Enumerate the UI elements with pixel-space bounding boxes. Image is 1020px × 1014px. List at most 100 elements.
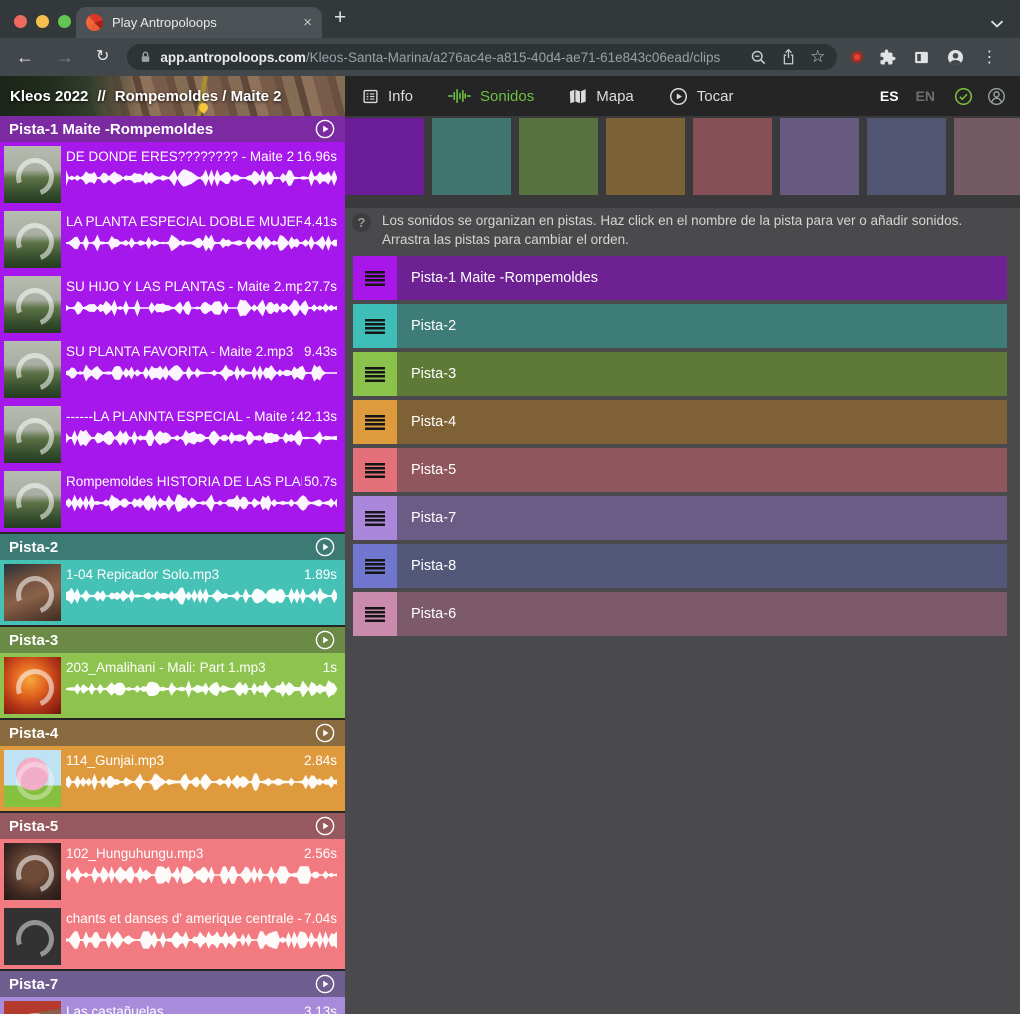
sidebar-track-header[interactable]: Pista-4 — [0, 720, 345, 746]
nav-item-mapa[interactable]: Mapa — [569, 88, 634, 105]
main-track-body[interactable]: Pista-3 — [397, 352, 1007, 396]
main-track-row[interactable]: Pista-1 Maite -Rompemoldes — [353, 256, 1007, 300]
url-path: /Kleos-Santa-Marina/a276ac4e-a815-40d4-a… — [306, 50, 720, 65]
drag-handle[interactable] — [353, 544, 397, 588]
extensions-puzzle-icon[interactable] — [879, 48, 897, 66]
maximize-window-button[interactable] — [58, 15, 71, 28]
track-play-button[interactable] — [314, 629, 336, 651]
clip-duration: 7.04s — [304, 911, 337, 926]
sidebar-track-name: Pista-4 — [9, 725, 314, 742]
main-track-body[interactable]: Pista-5 — [397, 448, 1007, 492]
breadcrumb[interactable]: Kleos 2022 // Rompemoldes / Maite 2 — [0, 76, 345, 116]
browser-menu-icon[interactable]: ⋮ — [981, 47, 997, 67]
sidebar-track-header[interactable]: Pista-7 — [0, 971, 345, 997]
zoom-icon[interactable] — [750, 49, 767, 66]
sync-check-icon[interactable] — [954, 87, 973, 106]
track-play-button[interactable] — [314, 815, 336, 837]
map-icon — [569, 88, 587, 105]
main-track-row[interactable]: Pista-6 — [353, 592, 1007, 636]
tab-close-icon[interactable]: × — [303, 14, 312, 31]
close-window-button[interactable] — [14, 15, 27, 28]
clip-title-row: SU PLANTA FAVORITA - Maite 2.mp39.43s — [66, 344, 337, 359]
sidebar-clip[interactable]: ------LA PLANNTA ESPECIAL - Maite 2.mp34… — [0, 402, 345, 467]
bookmark-star-icon[interactable]: ☆ — [810, 47, 825, 67]
sidebar-clip[interactable]: Rompemoldes HISTORIA DE LAS PLANTAS...50… — [0, 467, 345, 532]
track-play-button[interactable] — [314, 973, 336, 995]
main-track-label: Pista-1 Maite -Rompemoldes — [411, 270, 598, 286]
main-track-row[interactable]: Pista-8 — [353, 544, 1007, 588]
back-button[interactable]: ← — [16, 48, 34, 66]
main-track-label: Pista-4 — [411, 414, 456, 430]
sidebar-clip[interactable]: Las castañuelas3.13s — [0, 997, 345, 1014]
url-domain: app.antropoloops.com — [160, 50, 306, 65]
track-play-button[interactable] — [314, 118, 336, 140]
drag-handle[interactable] — [353, 256, 397, 300]
main-track-row[interactable]: Pista-7 — [353, 496, 1007, 540]
drag-handle[interactable] — [353, 496, 397, 540]
main-track-row[interactable]: Pista-2 — [353, 304, 1007, 348]
sidebar-clip[interactable]: 102_Hunguhungu.mp32.56s — [0, 839, 345, 904]
account-icon[interactable] — [987, 87, 1006, 106]
main-track-row[interactable]: Pista-4 — [353, 400, 1007, 444]
main-track-body[interactable]: Pista-6 — [397, 592, 1007, 636]
sidebar-track-section: Pista-2 1-04 Repicador Solo.mp31.89s — [0, 534, 345, 625]
forward-button[interactable]: → — [56, 48, 74, 66]
track-play-button[interactable] — [314, 722, 336, 744]
main-track-row[interactable]: Pista-3 — [353, 352, 1007, 396]
drag-handle[interactable] — [353, 448, 397, 492]
sidebar-clip[interactable]: chants et danses d' amerique centrale - … — [0, 904, 345, 969]
side-panel-icon[interactable] — [913, 49, 930, 66]
palette-swatch-7 — [867, 118, 946, 195]
clip-title: SU HIJO Y LAS PLANTAS - Maite 2.mp3 — [66, 279, 302, 294]
nav-item-tocar[interactable]: Tocar — [669, 87, 734, 106]
main-track-row[interactable]: Pista-5 — [353, 448, 1007, 492]
new-tab-button[interactable]: + — [334, 6, 346, 30]
sidebar-track-header[interactable]: Pista-2 — [0, 534, 345, 560]
sidebar-clip[interactable]: 203_Amalihani - Mali: Part 1.mp31s — [0, 653, 345, 718]
main-track-body[interactable]: Pista-4 — [397, 400, 1007, 444]
drag-handle[interactable] — [353, 304, 397, 348]
language-en-button[interactable]: EN — [916, 88, 935, 104]
sidebar-track-name: Pista-3 — [9, 632, 314, 649]
drag-handle[interactable] — [353, 592, 397, 636]
sidebar-clip[interactable]: SU HIJO Y LAS PLANTAS - Maite 2.mp327.7s — [0, 272, 345, 337]
sidebar-clip[interactable]: 114_Gunjai.mp32.84s — [0, 746, 345, 811]
share-icon[interactable] — [781, 48, 796, 66]
sidebar-clip[interactable]: SU PLANTA FAVORITA - Maite 2.mp39.43s — [0, 337, 345, 402]
clip-title-row: 1-04 Repicador Solo.mp31.89s — [66, 567, 337, 582]
main-track-body[interactable]: Pista-8 — [397, 544, 1007, 588]
clip-thumbnail — [4, 406, 61, 463]
nav-item-sonidos[interactable]: Sonidos — [448, 88, 534, 105]
main-track-body[interactable]: Pista-7 — [397, 496, 1007, 540]
sidebar-track-header[interactable]: Pista-1 Maite -Rompemoldes — [0, 116, 345, 142]
palette-swatch-3 — [519, 118, 598, 195]
main-track-body[interactable]: Pista-2 — [397, 304, 1007, 348]
drag-handle[interactable] — [353, 400, 397, 444]
help-question-icon: ? — [352, 213, 371, 232]
reload-button[interactable]: ↻ — [96, 49, 109, 65]
play-circle-icon — [669, 87, 688, 106]
breadcrumb-project[interactable]: Kleos 2022 — [10, 88, 88, 105]
track-play-button[interactable] — [314, 536, 336, 558]
main-track-body[interactable]: Pista-1 Maite -Rompemoldes — [397, 256, 1007, 300]
drag-handle[interactable] — [353, 352, 397, 396]
sidebar-clip[interactable]: LA PLANTA ESPECIAL DOBLE MUJER - Mai...4… — [0, 207, 345, 272]
clip-duration: 1.89s — [304, 567, 337, 582]
clip-thumbnail — [4, 1001, 61, 1014]
sidebar-track-name: Pista-7 — [9, 976, 314, 993]
url-bar[interactable]: app.antropoloops.com/Kleos-Santa-Marina/… — [127, 44, 837, 70]
sidebar-track-header[interactable]: Pista-5 — [0, 813, 345, 839]
recording-indicator-icon[interactable] — [851, 51, 863, 63]
tab-search-chevron-icon[interactable] — [990, 15, 1004, 33]
sidebar-clip[interactable]: DE DONDE ERES???????? - Maite 2.mp316.96… — [0, 142, 345, 207]
sidebar-track-header[interactable]: Pista-3 — [0, 627, 345, 653]
sidebar-clip[interactable]: 1-04 Repicador Solo.mp31.89s — [0, 560, 345, 625]
nav-item-info[interactable]: Info — [362, 88, 413, 105]
clip-duration: 2.84s — [304, 753, 337, 768]
browser-tab[interactable]: Play Antropoloops × — [76, 7, 322, 38]
clip-title-row: 102_Hunguhungu.mp32.56s — [66, 846, 337, 861]
minimize-window-button[interactable] — [36, 15, 49, 28]
main-track-label: Pista-7 — [411, 510, 456, 526]
profile-avatar[interactable] — [946, 48, 965, 67]
language-es-button[interactable]: ES — [880, 88, 899, 104]
